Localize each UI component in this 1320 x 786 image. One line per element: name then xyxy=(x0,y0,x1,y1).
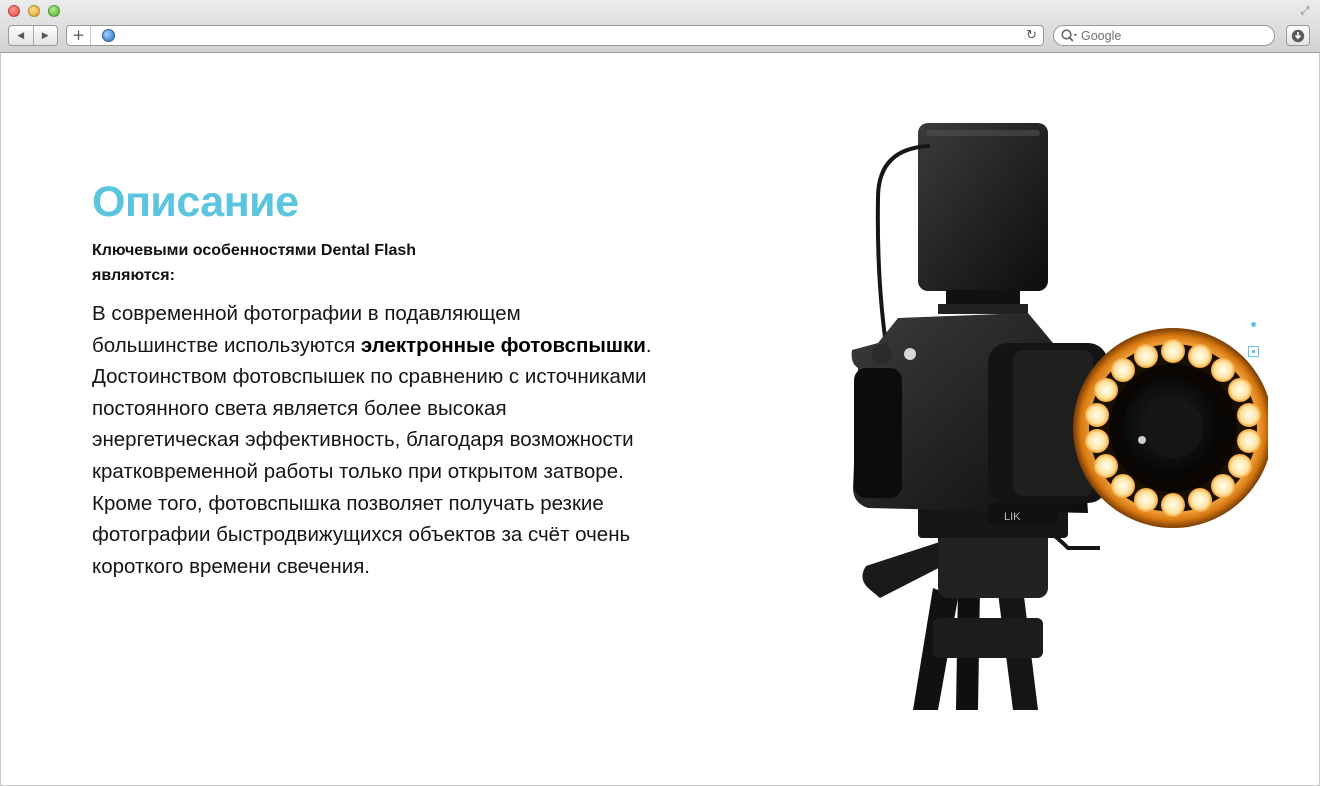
url-input[interactable] xyxy=(123,27,1013,44)
page-title: Описание xyxy=(92,178,299,226)
reload-button[interactable]: ↻ xyxy=(1026,26,1037,45)
forward-arrow-icon: ▶ xyxy=(41,30,49,41)
add-bookmark-button[interactable]: + xyxy=(67,26,91,45)
forward-button[interactable]: ▶ xyxy=(32,26,58,45)
close-window-button[interactable] xyxy=(8,5,20,17)
globe-icon xyxy=(102,29,115,42)
slide-dot-indicator[interactable] xyxy=(1251,322,1256,327)
slide-square-indicator[interactable] xyxy=(1248,346,1259,357)
navigation-buttons: ◀ ▶ xyxy=(8,25,58,46)
minimize-window-button[interactable] xyxy=(28,5,40,17)
address-bar: + ↻ xyxy=(66,25,1044,46)
back-button[interactable]: ◀ xyxy=(9,26,33,45)
download-icon xyxy=(1291,29,1305,42)
fullscreen-icon[interactable]: ⤢ xyxy=(1298,4,1312,18)
back-arrow-icon: ◀ xyxy=(17,30,25,41)
page-subtitle: Ключевыми особенностями Dental Flash явл… xyxy=(92,242,417,284)
zoom-window-button[interactable] xyxy=(48,5,60,17)
downloads-button[interactable] xyxy=(1286,25,1310,46)
description-bold: электронные фотовспышки xyxy=(360,333,646,357)
search-bar xyxy=(1053,25,1275,46)
description-part-2: . Достоинством фотовспышек по сравнению … xyxy=(92,333,652,578)
browser-toolbar: ⤢ ◀ ▶ + ↻ xyxy=(0,0,1320,53)
window-controls xyxy=(8,5,60,17)
description-text: В современной фотографии в подавляющем б… xyxy=(92,298,652,582)
camera-ring-flash-image: LIK xyxy=(851,123,1268,710)
window-border-left xyxy=(0,53,1,786)
plus-icon: + xyxy=(72,26,85,44)
search-input[interactable] xyxy=(1081,27,1266,44)
reload-icon: ↻ xyxy=(1026,28,1037,43)
search-icon[interactable] xyxy=(1060,28,1078,44)
camera-brand-text: LIK xyxy=(1004,511,1021,523)
